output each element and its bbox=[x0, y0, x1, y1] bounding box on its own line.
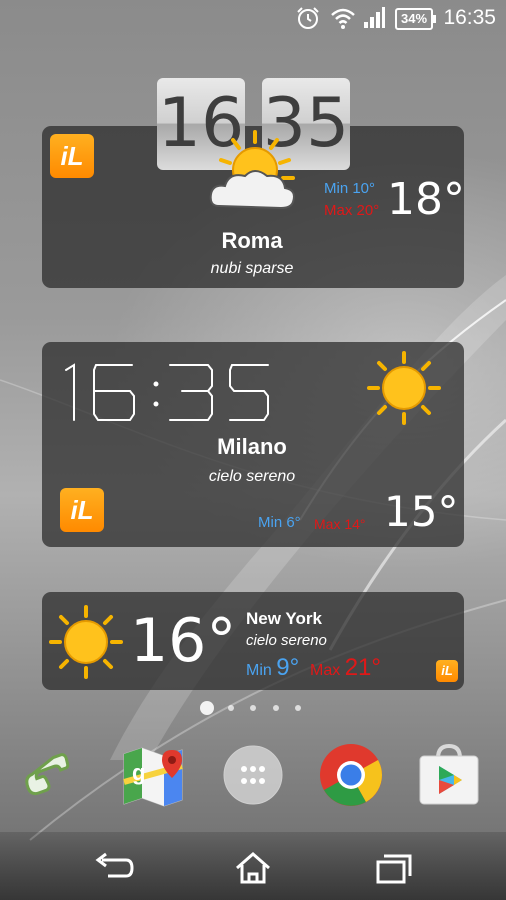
il-logo[interactable]: iL bbox=[436, 660, 458, 682]
sun-icon bbox=[367, 351, 441, 425]
weather-condition: cielo sereno bbox=[246, 632, 327, 649]
maps-app[interactable]: g bbox=[120, 742, 186, 808]
maps-icon: g bbox=[123, 747, 183, 807]
phone-icon bbox=[25, 753, 70, 796]
status-bar: 34% 16:35 bbox=[0, 0, 506, 36]
recent-apps-icon[interactable] bbox=[368, 848, 418, 888]
il-logo[interactable]: iL bbox=[50, 134, 94, 178]
page-dot bbox=[295, 705, 301, 711]
current-temp: 18° bbox=[387, 174, 465, 225]
signal-icon bbox=[364, 7, 385, 28]
app-drawer-icon bbox=[223, 745, 283, 805]
page-dot bbox=[200, 701, 214, 715]
max-value: 21° bbox=[344, 654, 381, 681]
chrome-icon bbox=[320, 744, 382, 806]
city-name: Milano bbox=[217, 434, 287, 459]
page-dot bbox=[250, 705, 256, 711]
app-drawer[interactable] bbox=[220, 742, 286, 808]
min-value: 9° bbox=[276, 654, 300, 681]
min-temp: Min 6° bbox=[258, 514, 301, 531]
phone-app[interactable] bbox=[22, 742, 88, 808]
weather-condition: cielo sereno bbox=[208, 468, 296, 485]
page-dot bbox=[228, 705, 234, 711]
max-label: Max bbox=[310, 662, 341, 679]
min-temp: Min 9° bbox=[246, 654, 299, 682]
city-name: Roma bbox=[221, 228, 283, 253]
city-name: New York bbox=[246, 609, 322, 628]
current-temp: 16° bbox=[130, 606, 237, 676]
sun-icon bbox=[49, 605, 123, 679]
digital-clock[interactable] bbox=[60, 362, 274, 424]
widget-newyork[interactable]: 16° New York cielo sereno Min 9° Max 21°… bbox=[42, 592, 464, 690]
max-temp: Max 20° bbox=[324, 202, 380, 219]
partly-cloudy-icon bbox=[209, 130, 295, 210]
battery-icon: 34% bbox=[395, 8, 436, 30]
alarm-icon bbox=[297, 7, 319, 29]
chrome-app[interactable] bbox=[318, 742, 384, 808]
weather-condition: nubi sparse bbox=[210, 260, 294, 277]
max-temp: Max 21° bbox=[310, 654, 381, 682]
play-store-app[interactable] bbox=[416, 742, 482, 808]
navigation-bar bbox=[0, 832, 506, 900]
min-temp: Min 10° bbox=[324, 180, 376, 197]
home-icon[interactable] bbox=[228, 848, 278, 888]
status-clock: 16:35 bbox=[443, 6, 496, 29]
svg-text:g: g bbox=[132, 760, 145, 785]
min-label: Min bbox=[246, 662, 272, 679]
page-dot bbox=[273, 705, 279, 711]
back-icon[interactable] bbox=[88, 848, 138, 888]
max-temp: Max 14° bbox=[314, 516, 366, 532]
il-logo[interactable]: iL bbox=[60, 488, 104, 532]
current-temp: 15° bbox=[384, 487, 459, 536]
play-store-icon bbox=[419, 743, 479, 805]
wifi-icon bbox=[331, 8, 355, 29]
